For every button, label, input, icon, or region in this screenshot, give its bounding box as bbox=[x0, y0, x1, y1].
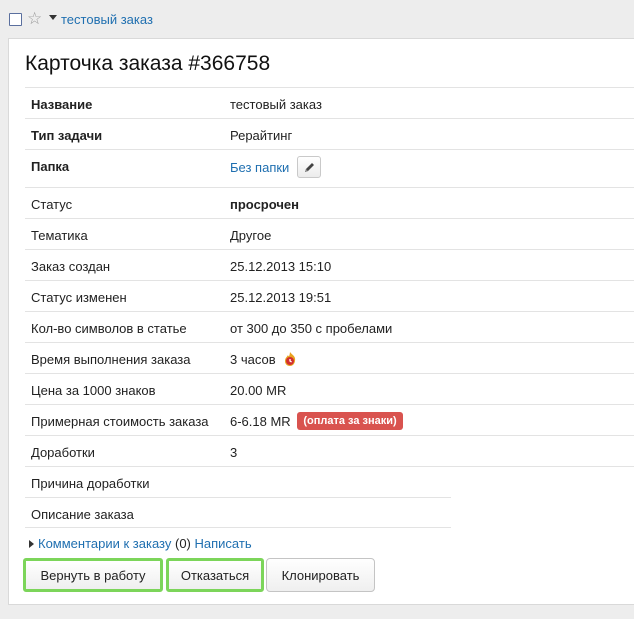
comments-section: Комментарии к заказу (0) Написать bbox=[29, 536, 252, 551]
field-value: 6-6.18 MR (оплата за знаки) bbox=[230, 412, 403, 431]
field-row-description: Описание заказа bbox=[25, 497, 451, 528]
field-label: Тип задачи bbox=[31, 128, 103, 143]
field-row-name: Название тестовый заказ bbox=[25, 87, 634, 118]
field-value: Рерайтинг bbox=[230, 128, 293, 143]
field-row-folder: Папка Без папки bbox=[25, 149, 634, 187]
field-row-revision-reason: Причина доработки bbox=[25, 466, 634, 497]
field-value: Без папки bbox=[230, 156, 321, 178]
star-icon[interactable]: ☆ bbox=[27, 9, 42, 29]
field-label: Время выполнения заказа bbox=[31, 352, 191, 367]
cost-value: 6-6.18 MR bbox=[230, 414, 291, 429]
field-value: 25.12.2013 15:10 bbox=[230, 259, 332, 274]
comments-link[interactable]: Комментарии к заказу bbox=[38, 536, 171, 551]
fire-clock-icon bbox=[285, 352, 296, 367]
select-checkbox[interactable] bbox=[9, 13, 22, 26]
order-link[interactable]: тестовый заказ bbox=[61, 12, 153, 27]
field-row-created: Заказ создан 25.12.2013 15:10 bbox=[25, 249, 634, 280]
field-row-price: Цена за 1000 знаков 20.00 MR bbox=[25, 373, 634, 404]
field-value: Другое bbox=[230, 228, 272, 243]
field-label: Тематика bbox=[31, 228, 88, 243]
refuse-button[interactable]: Отказаться bbox=[166, 558, 264, 592]
field-row-chars: Кол-во символов в статье от 300 до 350 с… bbox=[25, 311, 634, 342]
field-label: Папка bbox=[31, 159, 70, 174]
field-value: тестовый заказ bbox=[230, 97, 322, 112]
field-row-task-type: Тип задачи Рерайтинг bbox=[25, 118, 634, 149]
field-label: Название bbox=[31, 97, 93, 112]
pencil-icon bbox=[304, 163, 314, 172]
order-details: Название тестовый заказ Тип задачи Рерай… bbox=[25, 87, 634, 528]
field-row-cost: Примерная стоимость заказа 6-6.18 MR (оп… bbox=[25, 404, 634, 435]
edit-folder-button[interactable] bbox=[296, 156, 321, 178]
payment-badge: (оплата за знаки) bbox=[297, 412, 403, 431]
field-row-revisions: Доработки 3 bbox=[25, 435, 634, 466]
field-row-status-changed: Статус изменен 25.12.2013 19:51 bbox=[25, 280, 634, 311]
field-value: 3 bbox=[230, 445, 238, 460]
status-value: просрочен bbox=[230, 197, 299, 212]
return-to-work-button[interactable]: Вернуть в работу bbox=[23, 558, 163, 592]
field-label: Статус bbox=[31, 197, 73, 212]
field-label: Доработки bbox=[31, 445, 95, 460]
field-value: 3 часов bbox=[230, 352, 298, 367]
field-value: 20.00 MR bbox=[230, 383, 287, 398]
field-row-time: Время выполнения заказа 3 часов bbox=[25, 342, 634, 373]
field-label: Примерная стоимость заказа bbox=[31, 414, 209, 429]
field-row-topic: Тематика Другое bbox=[25, 218, 634, 249]
field-value: от 300 до 350 с пробелами bbox=[230, 321, 393, 336]
time-value: 3 часов bbox=[230, 352, 276, 367]
top-bar: ☆ тестовый заказ bbox=[0, 0, 634, 38]
field-label: Заказ создан bbox=[31, 259, 111, 274]
folder-link[interactable]: Без папки bbox=[230, 160, 289, 175]
triangle-right-icon[interactable] bbox=[29, 539, 34, 548]
order-card: Карточка заказа #366758 Название тестовы… bbox=[8, 38, 634, 605]
field-label: Статус изменен bbox=[31, 290, 127, 305]
page-title: Карточка заказа #366758 bbox=[25, 52, 271, 75]
field-label: Описание заказа bbox=[31, 507, 134, 522]
comments-count: (0) bbox=[174, 536, 191, 551]
clone-button[interactable]: Клонировать bbox=[266, 558, 375, 592]
field-row-status: Статус просрочен bbox=[25, 187, 634, 218]
field-value: 25.12.2013 19:51 bbox=[230, 290, 332, 305]
write-comment-link[interactable]: Написать bbox=[195, 536, 252, 551]
field-label: Цена за 1000 знаков bbox=[31, 383, 156, 398]
field-label: Причина доработки bbox=[31, 476, 150, 491]
field-label: Кол-во символов в статье bbox=[31, 321, 187, 336]
caret-down-icon[interactable] bbox=[49, 15, 57, 20]
